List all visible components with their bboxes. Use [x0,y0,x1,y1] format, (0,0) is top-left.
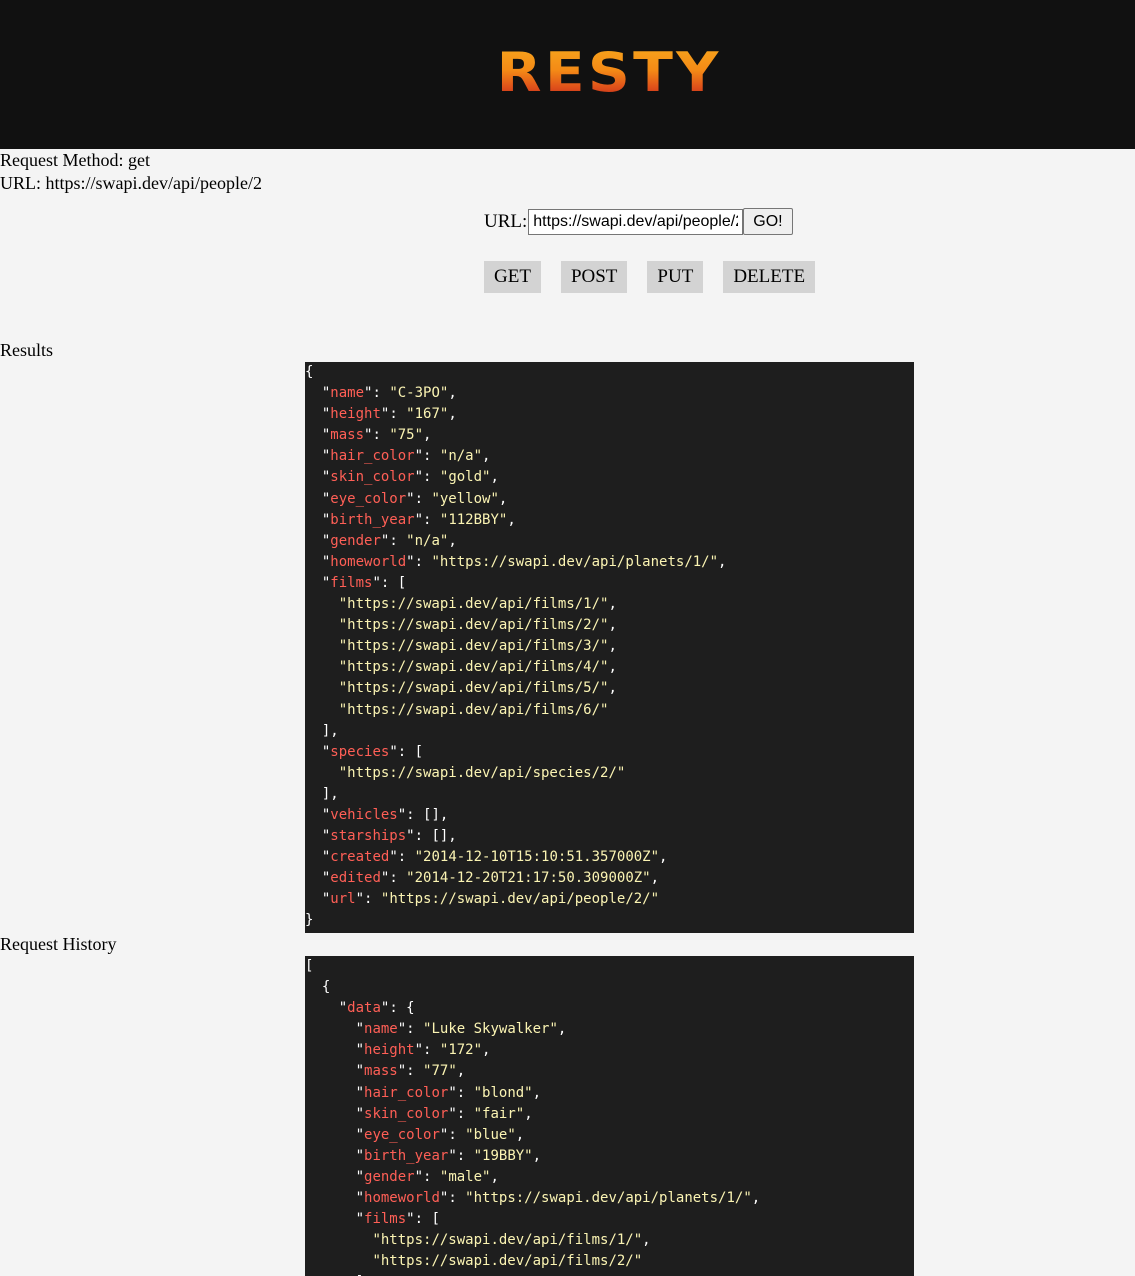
request-method-text: Request Method: get [0,150,150,170]
url-row: URL: GO! [484,208,793,235]
delete-button[interactable]: DELETE [723,261,816,293]
method-buttons: GET POST PUT DELETE [484,261,816,293]
get-button[interactable]: GET [484,261,541,293]
history-label: Request History [0,934,117,954]
results-json-viewer: { "name": "C-3PO", "height": "167", "mas… [305,362,914,933]
results-label: Results [0,340,54,360]
app-header: RESTY [0,0,1135,149]
request-form: URL: GO! GET POST PUT DELETE [0,195,1135,339]
request-url-text: URL: https://swapi.dev/api/people/2 [0,173,262,193]
url-label: URL: [484,210,528,232]
request-info: Request Method: get URL: https://swapi.d… [0,149,1135,195]
url-input[interactable] [528,208,744,235]
history-json-viewer: [ { "data": { "name": "Luke Skywalker", … [305,956,914,1276]
resty-logo: RESTY [497,40,722,104]
put-button[interactable]: PUT [647,261,704,293]
go-button[interactable]: GO! [743,208,793,235]
post-button[interactable]: POST [560,261,628,293]
